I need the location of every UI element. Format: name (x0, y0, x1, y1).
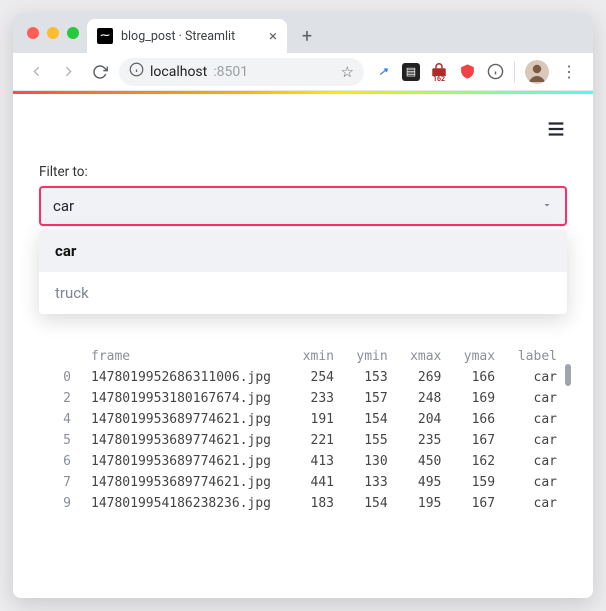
streamlit-app: Filter to: car car truck (13, 94, 593, 598)
extension-icon[interactable]: 162 (430, 63, 448, 81)
streamlit-favicon: ⁓ (97, 28, 113, 44)
maximize-window-button[interactable] (67, 27, 79, 39)
extension-icon[interactable] (458, 63, 476, 81)
tab-strip: ⁓ blog_post · Streamlit × + (13, 13, 593, 53)
col-frame: frame (81, 346, 290, 367)
new-tab-button[interactable]: + (293, 22, 321, 50)
tab-title: blog_post · Streamlit (121, 29, 235, 44)
info-icon[interactable] (129, 62, 144, 81)
dataframe-table[interactable]: frame xmin ymin xmax ymax label 0 147801… (39, 346, 567, 514)
table-header-row: frame xmin ymin xmax ymax label (39, 346, 567, 367)
profile-avatar[interactable] (525, 60, 549, 84)
window-controls (23, 13, 87, 53)
extension-icon[interactable]: ▤ (402, 63, 420, 81)
table-row[interactable]: 4 1478019953689774621.jpg 191 154 204 16… (39, 409, 567, 430)
minimize-window-button[interactable] (47, 27, 59, 39)
browser-toolbar: localhost :8501 ☆ ↗ ▤ 162 ⋮ (13, 53, 593, 91)
separator (514, 62, 515, 82)
col-xmin: xmin (290, 346, 344, 367)
chevron-down-icon (541, 197, 553, 215)
scrollbar-thumb[interactable] (565, 364, 571, 386)
filter-select[interactable]: car (39, 186, 567, 226)
browser-tab[interactable]: ⁓ blog_post · Streamlit × (87, 19, 287, 53)
filter-select-wrap: car car truck (39, 186, 567, 226)
table-row[interactable]: 2 1478019953180167674.jpg 233 157 248 16… (39, 388, 567, 409)
filter-select-value: car (53, 197, 74, 215)
extension-icons: ↗ ▤ 162 ⋮ (370, 60, 583, 84)
filter-dropdown: car truck (39, 230, 567, 314)
browser-menu-icon[interactable]: ⋮ (559, 62, 579, 81)
table-row[interactable]: 6 1478019953689774621.jpg 413 130 450 16… (39, 451, 567, 472)
filter-label: Filter to: (39, 164, 567, 180)
forward-button[interactable] (55, 59, 81, 85)
col-ymin: ymin (344, 346, 398, 367)
col-xmax: xmax (398, 346, 452, 367)
col-ymax: ymax (451, 346, 505, 367)
app-content: Filter to: car car truck (13, 94, 593, 514)
col-label: label (505, 346, 567, 367)
address-bar[interactable]: localhost :8501 ☆ (119, 58, 364, 86)
close-tab-icon[interactable]: × (269, 29, 277, 44)
bookmark-icon[interactable]: ☆ (341, 63, 354, 81)
table-row[interactable]: 0 1478019952686311006.jpg 254 153 269 16… (39, 367, 567, 388)
table-row[interactable]: 9 1478019954186238236.jpg 183 154 195 16… (39, 493, 567, 514)
url-host: localhost (150, 64, 207, 80)
url-port: :8501 (213, 64, 248, 80)
extension-badge: 162 (431, 76, 447, 84)
back-button[interactable] (23, 59, 49, 85)
filter-option-car[interactable]: car (39, 230, 567, 272)
reload-button[interactable] (87, 59, 113, 85)
extension-icon[interactable] (486, 63, 504, 81)
browser-window: ⁓ blog_post · Streamlit × + localhost :85… (13, 13, 593, 598)
table-row[interactable]: 5 1478019953689774621.jpg 221 155 235 16… (39, 430, 567, 451)
close-window-button[interactable] (27, 27, 39, 39)
extension-icon[interactable]: ↗ (374, 63, 392, 81)
filter-option-truck[interactable]: truck (39, 272, 567, 314)
table-row[interactable]: 7 1478019953689774621.jpg 441 133 495 15… (39, 472, 567, 493)
